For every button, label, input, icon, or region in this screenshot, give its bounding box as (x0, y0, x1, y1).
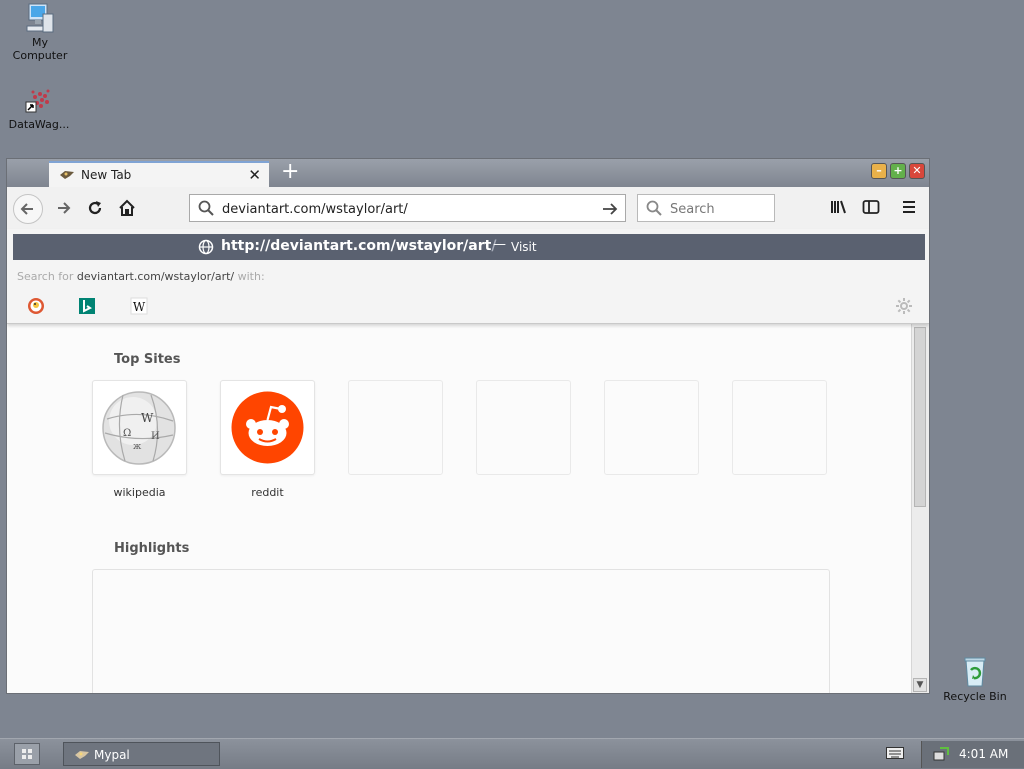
search-settings-gear-icon[interactable] (895, 297, 913, 320)
highlights-heading: Highlights (114, 541, 190, 556)
keyboard-icon[interactable] (886, 747, 904, 759)
search-for-prefix: Search for (17, 270, 74, 283)
search-bar[interactable] (637, 194, 775, 222)
desktop-icon-datawag[interactable]: DataWag... (1, 84, 77, 131)
search-for-term: deviantart.com/wstaylor/art/ (76, 270, 235, 283)
highlights-panel (92, 569, 830, 693)
forward-button[interactable] (49, 195, 77, 221)
desktop-icon-label: DataWag... (8, 118, 70, 131)
svg-text:Ω: Ω (123, 428, 131, 439)
desktop-icon-label: Recycle Bin (943, 690, 1007, 703)
duckduckgo-icon[interactable] (27, 297, 45, 315)
start-menu-button[interactable] (14, 743, 40, 765)
home-icon (119, 199, 135, 216)
start-grid-icon (22, 749, 32, 759)
recycle-bin-icon (958, 656, 992, 688)
top-site-tile-empty (732, 380, 827, 475)
window-controls: – + ✕ (871, 163, 925, 179)
mypal-favicon-icon (59, 169, 75, 181)
scroll-down-button[interactable]: ▼ (913, 678, 927, 692)
url-bar[interactable] (189, 194, 626, 222)
top-site-tile-empty (476, 380, 571, 475)
menu-button[interactable] (899, 197, 921, 219)
system-tray: 4:01 AM (921, 741, 1024, 768)
suggestion-separator: — (493, 237, 506, 252)
wikipedia-globe-icon: W Ω И ж (102, 391, 176, 465)
back-arrow-icon (20, 203, 33, 215)
top-site-tile-empty (604, 380, 699, 475)
globe-icon (198, 239, 214, 258)
svg-text:W: W (133, 300, 146, 314)
search-with-label: Search for deviantart.com/wstaylor/art/ … (17, 270, 265, 283)
desktop-icon-label: My (31, 36, 48, 49)
top-sites-heading: Top Sites (114, 352, 181, 367)
svg-text:W: W (141, 411, 154, 425)
back-button[interactable] (13, 194, 43, 224)
desktop-icon-recycle-bin[interactable]: Recycle Bin (937, 656, 1013, 703)
reddit-logo-icon (231, 391, 304, 464)
computer-icon (23, 2, 57, 34)
forward-arrow-icon (58, 202, 71, 214)
tab-close-icon[interactable]: ✕ (248, 166, 261, 184)
datawag-icon (22, 84, 56, 116)
taskbar-item-label: Mypal (94, 748, 130, 762)
svg-text:И: И (151, 431, 160, 442)
close-window-button[interactable]: ✕ (909, 163, 925, 179)
hamburger-menu-icon (903, 201, 915, 213)
search-for-suffix: with: (237, 270, 265, 283)
sidebar-icon (862, 200, 880, 214)
desktop-icon-label: Computer (12, 49, 68, 62)
top-site-label: reddit (251, 486, 284, 499)
browser-window: New Tab ✕ + – + ✕ deviantart.com/wstaylo… (6, 158, 930, 694)
library-icon (831, 200, 846, 214)
bing-icon[interactable] (78, 297, 96, 315)
new-tab-button[interactable]: + (281, 160, 299, 184)
tab-title: New Tab (81, 168, 132, 182)
minimize-button[interactable]: – (871, 163, 887, 179)
suggestion-url-bold: http://deviantart.com/wstaylor/art (221, 238, 492, 254)
reload-icon (88, 201, 102, 215)
search-icon (646, 200, 662, 219)
library-button[interactable] (829, 197, 851, 219)
title-bar: New Tab ✕ + – + ✕ (7, 159, 929, 187)
go-arrow-icon[interactable] (601, 197, 619, 223)
network-icon[interactable] (932, 746, 950, 765)
suggestion-url: http://deviantart.com/wstaylor/art/ (221, 238, 496, 254)
search-icon (198, 200, 214, 219)
suggestion-action-label: Visit (511, 240, 537, 254)
top-site-label: wikipedia (113, 486, 166, 499)
url-input[interactable] (220, 198, 594, 220)
navigation-toolbar (7, 187, 929, 230)
maximize-button[interactable]: + (890, 163, 906, 179)
wikipedia-icon[interactable]: W (130, 297, 148, 315)
top-site-tile-wikipedia[interactable]: W Ω И ж (92, 380, 187, 475)
svg-text:ж: ж (133, 442, 142, 452)
search-input[interactable] (668, 199, 772, 219)
top-site-tile-reddit[interactable] (220, 380, 315, 475)
reload-button[interactable] (81, 195, 109, 221)
desktop-icon-my-computer[interactable]: My Computer (2, 2, 78, 62)
sidebar-toggle-button[interactable] (861, 197, 883, 219)
home-button[interactable] (113, 195, 141, 221)
taskbar: Mypal 4:01 AM (0, 738, 1024, 769)
taskbar-clock: 4:01 AM (959, 747, 1009, 761)
scrollbar-thumb[interactable] (914, 327, 926, 507)
mypal-favicon-icon (74, 749, 90, 764)
tab-new-tab[interactable]: New Tab ✕ (49, 161, 269, 187)
vertical-scrollbar[interactable]: ▼ (911, 323, 929, 693)
url-autocomplete-popup: http://deviantart.com/wstaylor/art/ — Vi… (7, 229, 929, 324)
top-site-tile-empty (348, 380, 443, 475)
suggestion-visit-row[interactable]: http://deviantart.com/wstaylor/art/ — Vi… (13, 234, 925, 260)
taskbar-item-mypal[interactable]: Mypal (63, 742, 220, 766)
